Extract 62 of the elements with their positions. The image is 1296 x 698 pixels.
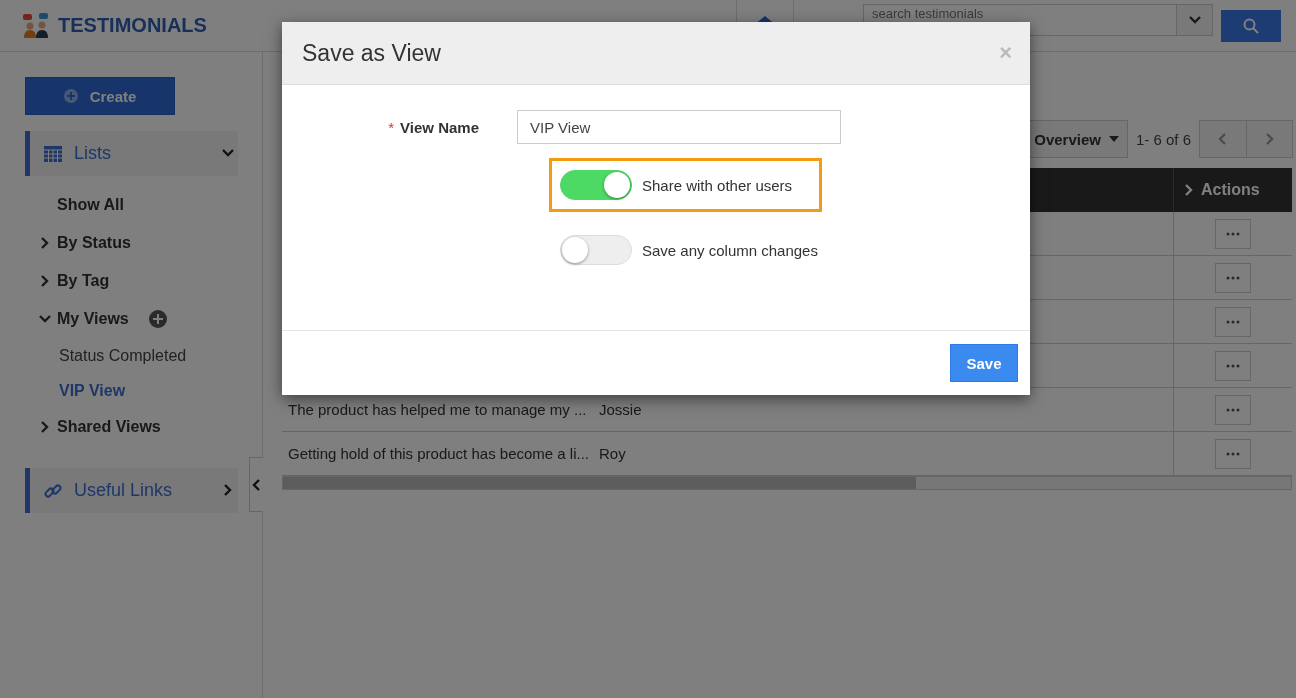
chevron-icon: [222, 484, 234, 496]
search-button[interactable]: [1221, 9, 1281, 42]
dialog-title: Save as View: [302, 39, 442, 67]
toggle-switch[interactable]: [560, 235, 632, 265]
tree-item[interactable]: By Status: [39, 224, 262, 262]
tree-item[interactable]: VIP View: [39, 373, 262, 408]
more-button[interactable]: [1215, 350, 1251, 381]
previous-button[interactable]: [1200, 121, 1246, 157]
more-icon: [1226, 407, 1240, 412]
tree-item[interactable]: My Views: [39, 300, 262, 338]
chevron-icon: [1183, 184, 1195, 196]
more-button[interactable]: [1215, 306, 1251, 337]
more-button[interactable]: [1215, 394, 1251, 425]
more-button[interactable]: [1215, 262, 1251, 293]
save-button[interactable]: Save: [950, 344, 1018, 382]
plus-icon: [63, 89, 78, 103]
chevron-icon: [222, 147, 234, 159]
collapse-button[interactable]: [249, 457, 263, 512]
actions-header[interactable]: Actions: [1173, 168, 1292, 212]
calendar-icon: [44, 145, 62, 162]
tree-item[interactable]: Shared Views: [39, 408, 262, 446]
tree-item[interactable]: Show All: [39, 186, 262, 224]
search-dropdown[interactable]: [1177, 4, 1213, 36]
toggle-switch[interactable]: [560, 170, 632, 200]
people-icon: [22, 12, 50, 39]
chevron-icon: [39, 275, 51, 287]
view-name-field[interactable]: VIP View: [517, 110, 841, 144]
chevron-icon: [250, 478, 263, 491]
chevron-icon: [1263, 133, 1276, 145]
caret-icon: [1108, 136, 1119, 142]
pagination-text: 1- 6 of 6: [1135, 130, 1191, 148]
more-button[interactable]: [1215, 438, 1251, 469]
table-cell: Roy: [598, 431, 1174, 476]
search-icon: [1243, 17, 1259, 34]
table-cell: Getting hold of this product has become a li...: [282, 431, 598, 476]
more-button[interactable]: [1215, 218, 1251, 249]
caret-icon: [1188, 14, 1201, 26]
more-icon: [1226, 275, 1240, 280]
add-icon[interactable]: [148, 310, 167, 328]
next-button[interactable]: [1246, 121, 1292, 157]
chevron-icon: [39, 421, 51, 433]
scroll-thumb[interactable]: [283, 477, 916, 489]
chevron-icon: [39, 313, 51, 325]
field-label: * View Name: [387, 118, 480, 136]
link-icon: [44, 481, 62, 500]
more-icon: [1226, 319, 1240, 324]
app-title: TESTIMONIALS: [58, 14, 207, 37]
links-header[interactable]: Useful Links: [25, 468, 238, 513]
lists-header[interactable]: Lists: [25, 131, 238, 176]
tree-item[interactable]: Status Completed: [39, 338, 262, 373]
tree-item[interactable]: By Tag: [39, 262, 262, 300]
create-button[interactable]: Create: [25, 77, 175, 115]
more-icon: [1226, 363, 1240, 368]
toggle-label: Save any column changes: [642, 241, 818, 259]
chevron-icon: [39, 237, 51, 249]
chevron-icon: [1217, 133, 1229, 145]
more-icon: [1226, 231, 1240, 236]
more-icon: [1226, 451, 1240, 456]
scrollbar[interactable]: [282, 476, 1292, 490]
section-label: Useful Links: [74, 480, 174, 501]
section-label: Lists: [74, 143, 112, 164]
toggle-label: Share with other users: [642, 176, 793, 194]
